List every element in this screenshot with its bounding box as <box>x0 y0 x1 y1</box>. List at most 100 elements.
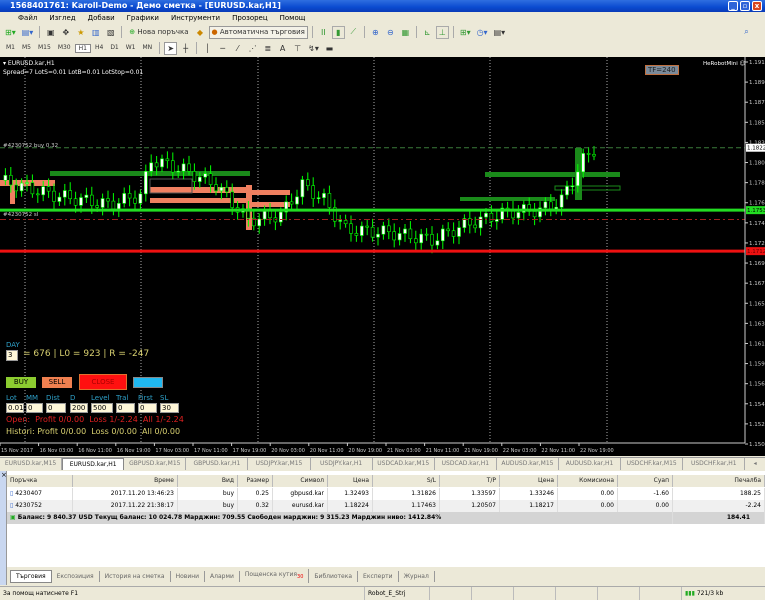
rectangle-icon[interactable]: ▬ <box>323 42 336 55</box>
data-window-icon[interactable]: ✥ <box>59 26 72 39</box>
maximize-button[interactable]: ▫ <box>740 1 750 11</box>
menu-item[interactable]: Добави <box>82 14 121 22</box>
day-field[interactable]: 3 <box>6 350 18 361</box>
bar-chart-icon[interactable]: ⅠⅠ <box>317 26 330 39</box>
chart-tab[interactable]: USDCAD.kar,M15 <box>373 458 435 470</box>
terminal-tab[interactable]: Журнал <box>399 570 435 582</box>
buy-button[interactable]: BUY <box>6 377 36 388</box>
field-sl[interactable]: 30 <box>160 403 179 413</box>
terminal-tab[interactable]: Новини <box>171 570 206 582</box>
cursor-icon[interactable]: ➤ <box>164 41 178 55</box>
field-dist[interactable]: 0 <box>46 403 66 413</box>
chart-tab[interactable]: AUDUSD.kar,H1 <box>559 458 622 470</box>
chart-tab[interactable]: EURUSD.kar,H1 <box>62 458 125 470</box>
menu-item[interactable]: Изглед <box>43 14 81 22</box>
menu-item[interactable]: Прозорец <box>226 14 274 22</box>
text-tool-icon[interactable]: A <box>276 42 289 55</box>
minimize-button[interactable]: _ <box>728 1 738 11</box>
new-chart-icon[interactable]: ⊞▾ <box>3 26 18 39</box>
zoom-out-icon[interactable]: ⊖ <box>384 26 397 39</box>
terminal-tab[interactable]: История на сметка <box>100 570 171 582</box>
chart-tab[interactable]: USDJPY.kar,H1 <box>311 458 373 470</box>
indicators-icon[interactable]: ⊞▾ <box>458 26 473 39</box>
zoom-in-icon[interactable]: ⊕ <box>369 26 382 39</box>
blank-button[interactable] <box>133 377 163 388</box>
periods-icon[interactable]: ◷▾ <box>475 26 490 39</box>
chart-tab[interactable]: GBPUSD.kar,H1 <box>186 458 249 470</box>
search-icon[interactable]: ⌕ <box>740 26 753 39</box>
column-header[interactable]: Символ <box>273 475 328 487</box>
profiles-icon[interactable]: ▤▾ <box>20 26 36 39</box>
field-first[interactable]: 0 <box>138 403 157 413</box>
chart-shift-icon[interactable]: ⊾ <box>421 26 434 39</box>
tab-scroll-left-icon[interactable]: ◂ <box>745 458 765 470</box>
column-header[interactable]: Вид <box>178 475 238 487</box>
field-level[interactable]: 500 <box>91 403 113 413</box>
vertical-line-icon[interactable]: │ <box>201 42 214 55</box>
candlestick-icon[interactable]: ▮ <box>331 25 345 39</box>
horizontal-line-icon[interactable]: ─ <box>216 42 229 55</box>
terminal-tab[interactable]: Аларми <box>205 570 240 582</box>
new-order-button[interactable]: ⊕ Нова поръчка <box>126 26 191 39</box>
column-header[interactable]: T/P <box>440 475 500 487</box>
field-mm[interactable]: 0 <box>26 403 43 413</box>
chart-tab[interactable]: USDCAD.kar,H1 <box>435 458 497 470</box>
menu-item[interactable]: Файл <box>12 14 43 22</box>
menu-item[interactable]: Инструменти <box>165 14 226 22</box>
menu-item[interactable]: Помощ <box>274 14 312 22</box>
column-header[interactable]: Цена <box>500 475 558 487</box>
chart-canvas[interactable]: 1.19121.18901.18741.18521.18301.18081.17… <box>0 57 765 456</box>
channel-icon[interactable]: ≣ <box>261 42 274 55</box>
price-chart[interactable]: 1.19121.18901.18741.18521.18301.18081.17… <box>0 57 765 456</box>
timeframe-m1[interactable]: M1 <box>3 44 18 53</box>
chart-tab[interactable]: USDJPY.kar,M15 <box>248 458 311 470</box>
timeframe-h1[interactable]: H1 <box>74 43 91 53</box>
tile-windows-icon[interactable]: ▦ <box>399 26 412 39</box>
column-header[interactable]: Цена <box>328 475 373 487</box>
close-button[interactable]: CLOSE <box>79 374 127 390</box>
text-label-icon[interactable]: ⊤ <box>291 42 304 55</box>
timeframe-mn[interactable]: MN <box>140 44 156 53</box>
chart-tab[interactable]: USDCHF.kar,M15 <box>621 458 684 470</box>
tester-icon[interactable]: ▧ <box>104 26 117 39</box>
chart-tab[interactable]: USDCHF.kar,H1 <box>683 458 746 470</box>
timeframe-m5[interactable]: M5 <box>19 44 34 53</box>
column-header[interactable]: Време <box>73 475 178 487</box>
metaeditor-icon[interactable]: ◆ <box>194 26 207 39</box>
column-header[interactable]: Печалба <box>673 475 765 487</box>
terminal-tab[interactable]: Експерти <box>358 570 399 582</box>
terminal-tab[interactable]: Библиотека <box>309 570 359 582</box>
menu-item[interactable]: Графики <box>121 14 165 22</box>
field-d[interactable]: 200 <box>70 403 88 413</box>
timeframe-m30[interactable]: M30 <box>55 44 74 53</box>
close-window-button[interactable]: x <box>752 1 762 11</box>
column-header[interactable]: Размер <box>238 475 273 487</box>
timeframe-d1[interactable]: D1 <box>107 44 121 53</box>
terminal-tab[interactable]: Експозиция <box>52 570 100 582</box>
arrows-icon[interactable]: ↯▾ <box>306 42 321 55</box>
crosshair-icon[interactable]: ┼ <box>179 42 192 55</box>
terminal-tab[interactable]: Търговия <box>10 569 52 583</box>
chart-tab[interactable]: EURUSD.kar,M15 <box>0 458 63 470</box>
field-tral[interactable]: 0 <box>116 403 135 413</box>
timeframe-m15[interactable]: M15 <box>35 44 54 53</box>
sell-button[interactable]: SELL <box>42 377 72 388</box>
fibonacci-icon[interactable]: ⋰ <box>246 42 259 55</box>
table-row[interactable]: ▯ 4230407 2017.11.20 13:46:23 buy 0.25 gbpus… <box>7 488 765 500</box>
column-header[interactable]: S/L <box>373 475 440 487</box>
market-watch-icon[interactable]: ▣ <box>44 26 57 39</box>
trendline-icon[interactable]: ⁄ <box>231 42 244 55</box>
timeframe-h4[interactable]: H4 <box>92 44 106 53</box>
timeframe-w1[interactable]: W1 <box>123 44 139 53</box>
chart-tab[interactable]: GBPUSD.kar,M15 <box>124 458 187 470</box>
templates-icon[interactable]: ▤▾ <box>492 26 508 39</box>
line-chart-icon[interactable]: ⟋ <box>347 26 360 39</box>
column-header[interactable]: Поръчка <box>7 475 73 487</box>
field-lot[interactable]: 0.01 <box>6 403 24 413</box>
column-header[interactable]: Суап <box>618 475 673 487</box>
table-row[interactable]: ▯ 4230752 2017.11.22 21:38:17 buy 0.32 eurus… <box>7 500 765 512</box>
navigator-icon[interactable]: ★ <box>74 26 87 39</box>
column-header[interactable]: Комисиона <box>558 475 618 487</box>
chart-tab[interactable]: AUDUSD.kar,M15 <box>497 458 559 470</box>
terminal-icon[interactable]: ▥ <box>89 26 102 39</box>
